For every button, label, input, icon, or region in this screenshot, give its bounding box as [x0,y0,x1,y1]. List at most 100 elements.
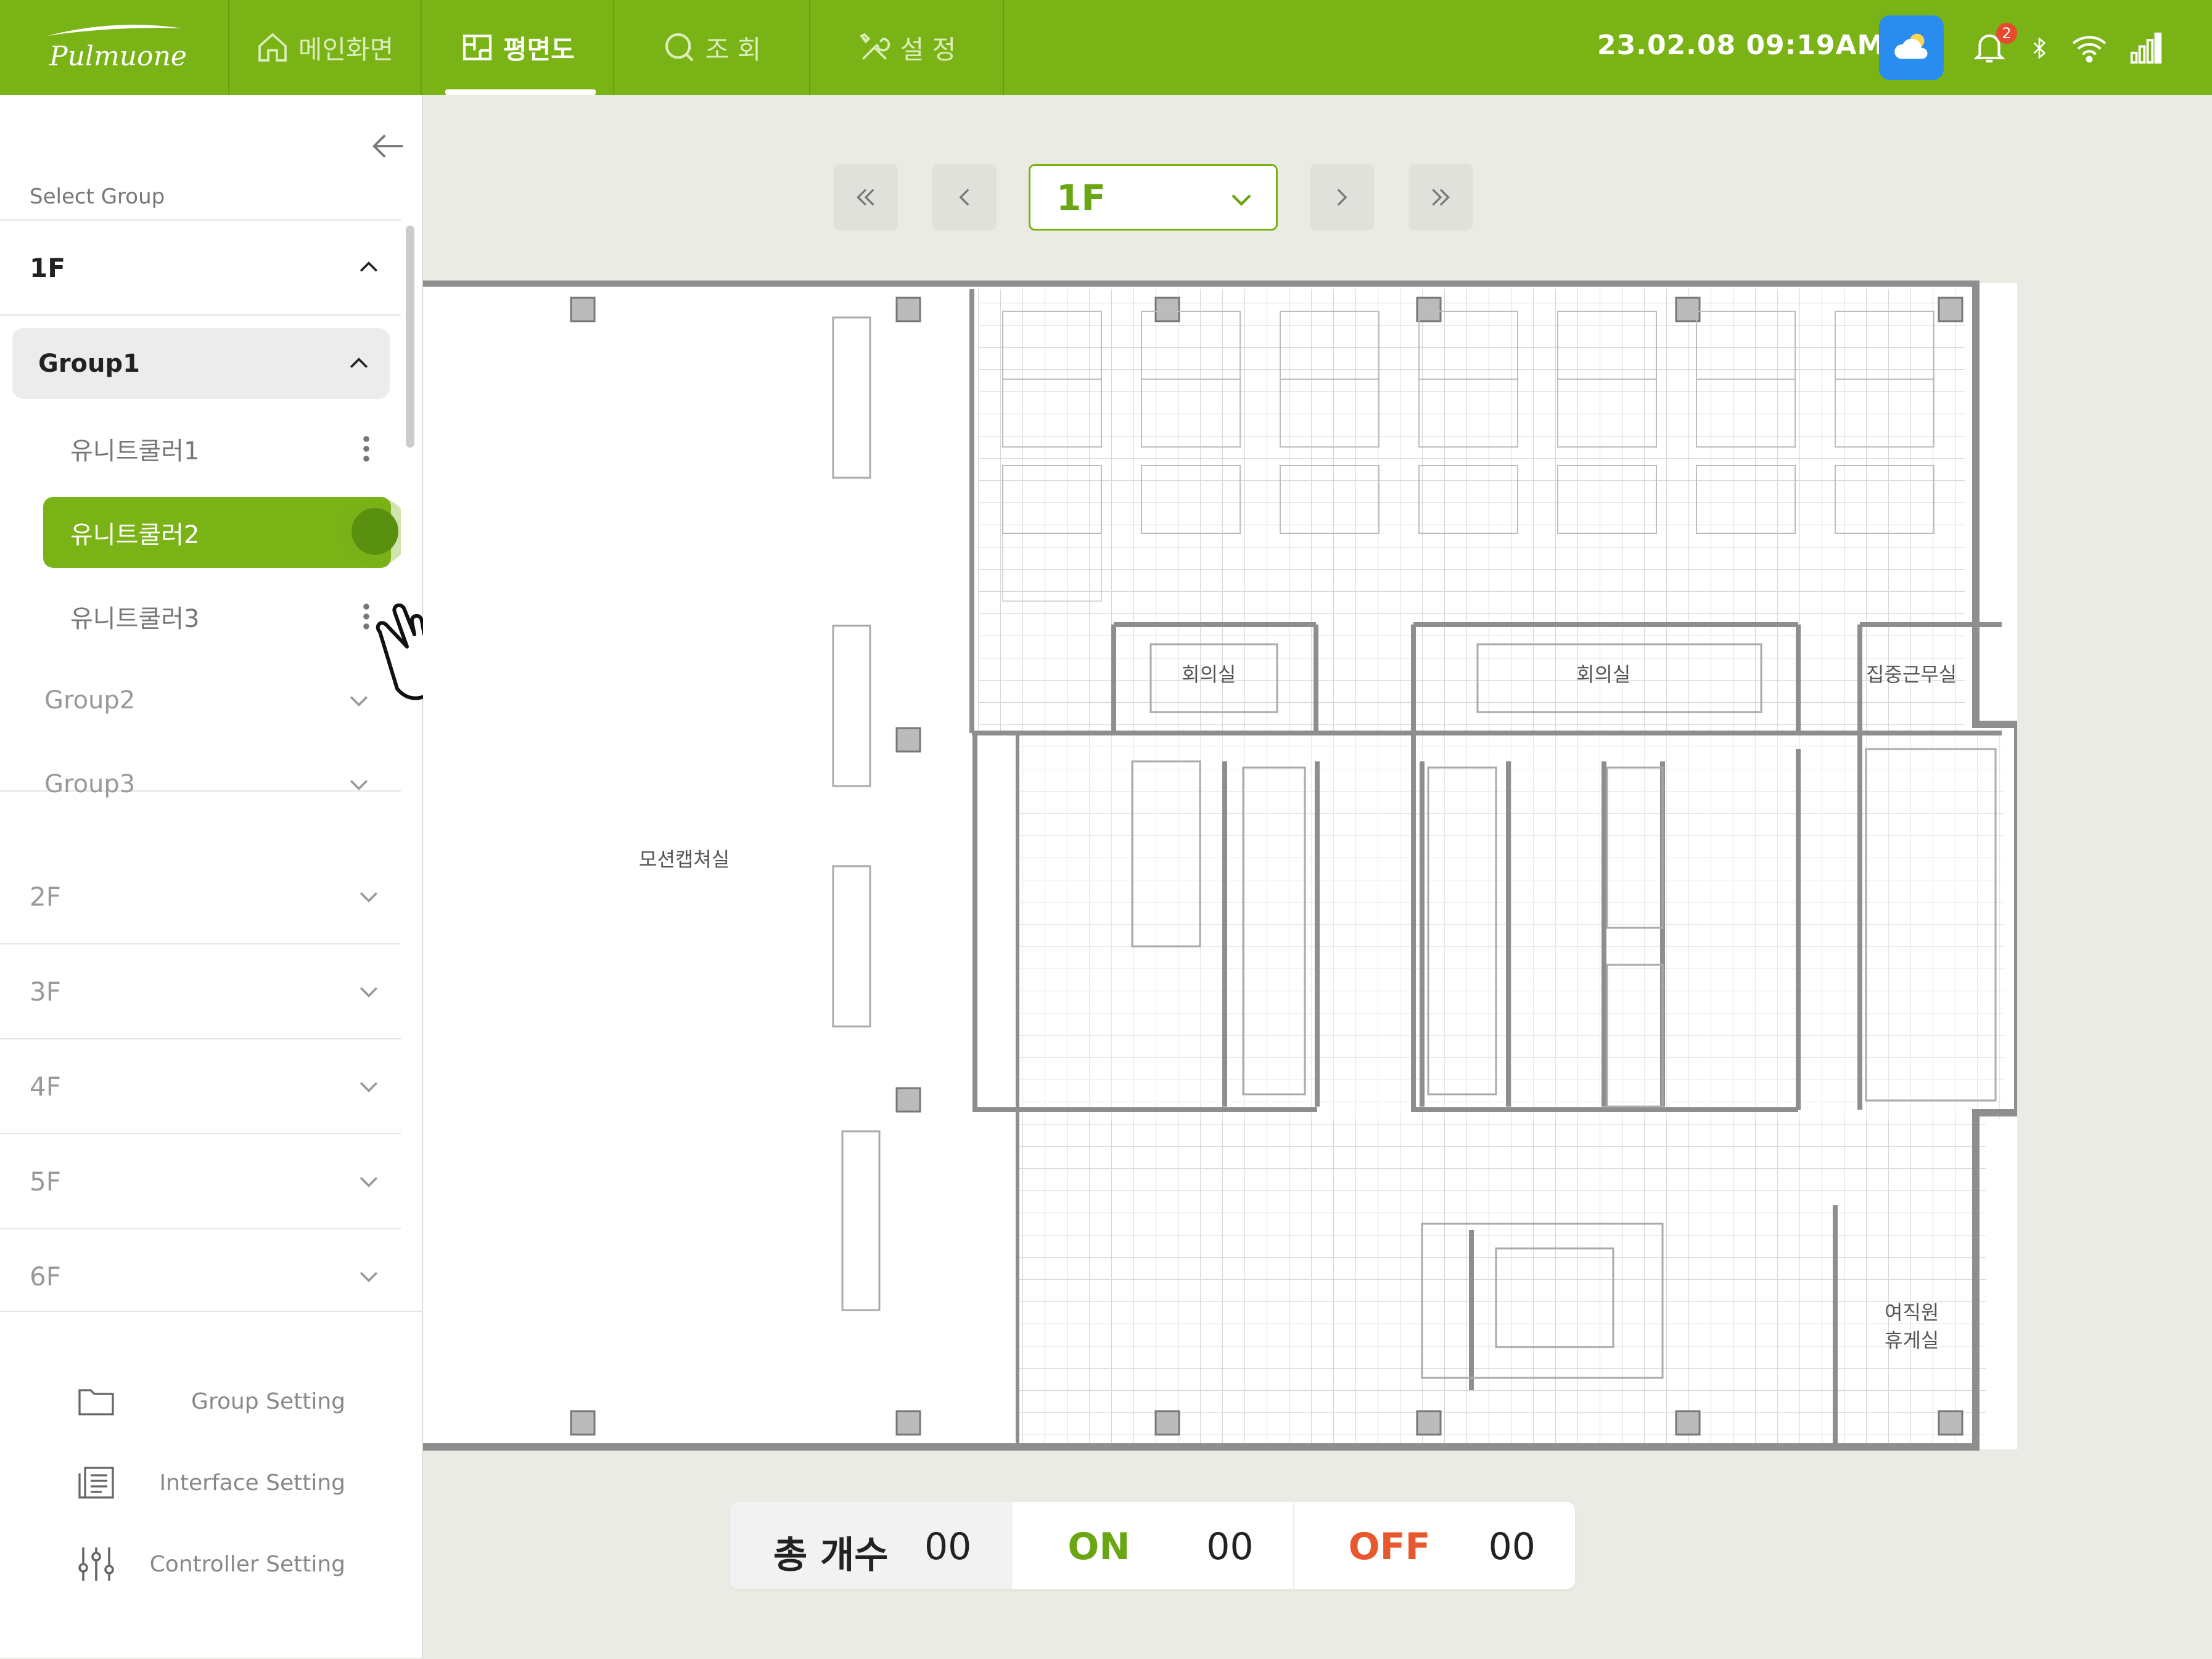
unit-label: 유니트쿨러1 [70,436,200,465]
room-label-motion-capture: 모션캡쳐실 [639,848,730,871]
folder-icon [78,1389,114,1415]
floor-label: 1F [30,252,65,283]
nav-floorplan-label: 평면도 [503,34,575,65]
floor-label: 2F [30,881,61,912]
chevron-up-icon [360,261,378,272]
first-floor-button[interactable] [834,164,898,231]
nav-search[interactable]: 조 회 [614,0,810,95]
unit-row-1[interactable]: 유니트쿨러1 [43,413,391,484]
nav-main-label: 메인화면 [298,34,394,65]
floor-label: 3F [30,976,61,1007]
logo-text: Pulmuone [49,41,187,72]
floor-1f-groups: Group1 유니트쿨러1 유니트쿨러2 유니트쿨러3 Group2 Group… [0,316,401,798]
room-label-meeting-2: 회의실 [1576,663,1630,686]
chevron-down-icon [360,892,378,903]
settings-menu: Group Setting Interface Setting Controll… [0,1311,422,1659]
floor-label: 5F [30,1166,61,1197]
next-floor-button[interactable] [1310,164,1374,231]
list-document-icon [78,1467,114,1499]
floor-row-6f[interactable]: 6F [0,1229,401,1312]
chevron-right-icon [1337,189,1347,206]
sliders-icon [78,1547,114,1581]
chevron-down-icon [360,1082,378,1092]
group-sidebar: Select Group 1F Group1 유니트쿨러1 유니트쿨러2 유니트… [0,95,451,1659]
brand-logo[interactable]: Pulmuone [0,0,229,95]
status-icons: 2 [1970,23,2165,73]
collapse-sidebar-arrow-icon[interactable] [367,125,410,168]
room-label-lounge-2: 휴게실 [1885,1329,1939,1352]
sidebar-scrollbar[interactable] [405,226,416,1311]
on-label: ON [1067,1525,1130,1568]
chevron-down-icon [360,1177,378,1187]
signal-icon [2130,32,2162,64]
group-row-group3[interactable]: Group3 [12,748,390,819]
unit-row-3[interactable]: 유니트쿨러3 [43,581,391,652]
logo-swoosh-icon [47,25,183,36]
floor-label: 6F [30,1261,61,1292]
chevron-left-icon [959,189,969,206]
off-value: 00 [1488,1525,1536,1568]
interface-setting-label: Interface Setting [159,1470,345,1496]
nav-active-indicator [445,89,596,95]
interface-setting-button[interactable]: Interface Setting [74,1455,345,1510]
scrollbar-thumb[interactable] [406,226,414,448]
off-count: OFF 00 [1294,1502,1575,1589]
floor-row-2f[interactable]: 2F [0,850,401,944]
total-value: 00 [924,1525,972,1568]
on-count: ON 00 [1012,1502,1294,1589]
controller-setting-label: Controller Setting [149,1551,345,1577]
group-setting-label: Group Setting [191,1388,345,1414]
cloud-sun-icon [1894,33,1928,59]
floor-select-value: 1F [1056,177,1106,219]
status-summary: 총 개수 00 ON 00 OFF 00 [730,1502,1575,1589]
floor-row-5f[interactable]: 5F [0,1134,401,1229]
more-options-icon[interactable] [360,434,372,464]
tools-icon [859,33,890,60]
chevron-down-icon [350,779,368,790]
unit-label: 유니트쿨러3 [70,604,200,633]
floor-plan[interactable]: 모션캡쳐실 회의실 회의실 집중근무실 여직원 휴게실 [423,281,2017,1452]
bluetooth-icon [2033,37,2046,59]
controller-setting-button[interactable]: Controller Setting [74,1536,345,1592]
unit-label: 유니트쿨러2 [70,520,200,549]
prev-floor-button[interactable] [932,164,997,231]
wifi-icon [2072,36,2107,63]
group-row-group1[interactable]: Group1 [12,328,390,399]
chevron-down-icon [1231,194,1251,207]
top-bar: Pulmuone 메인화면 평면도 조 회 설 정 23.02.08 09:19… [0,0,2212,95]
total-count: 총 개수 00 [730,1502,1013,1589]
unit-row-2[interactable]: 유니트쿨러2 [43,497,398,568]
room-label-lounge-1: 여직원 [1885,1301,1939,1324]
weather-button[interactable] [1879,15,1944,80]
total-label: 총 개수 [773,1534,889,1577]
notifications-button[interactable]: 2 [1970,23,2017,68]
group-row-group2[interactable]: Group2 [12,665,390,735]
current-datetime: 23.02.08 09:19AM [1597,30,1885,61]
floor-row-4f[interactable]: 4F [0,1039,401,1134]
floor-row-1f[interactable]: 1F [0,221,401,316]
floor-select-dropdown[interactable]: 1F [1029,164,1278,231]
nav-search-label: 조 회 [705,34,762,65]
on-value: 00 [1206,1525,1254,1568]
floor-row-3f[interactable]: 3F [0,944,401,1039]
room-label-meeting-1: 회의실 [1182,663,1236,686]
floorplan-icon [463,35,492,60]
nav-main[interactable]: 메인화면 [228,0,422,95]
group-setting-button[interactable]: Group Setting [74,1374,345,1429]
chevron-up-icon [350,357,368,368]
search-icon [665,33,694,62]
chevron-down-icon [360,987,378,997]
nav-settings[interactable]: 설 정 [810,0,1004,95]
group-label: Group2 [44,686,136,715]
double-chevron-right-icon [1432,189,1450,206]
group-tree: 1F Group1 유니트쿨러1 유니트쿨러2 유니트쿨러3 Group2 Gr… [0,219,401,1312]
nav-floorplan[interactable]: 평면도 [422,0,614,95]
last-floor-button[interactable] [1408,164,1473,231]
home-icon [258,33,287,62]
nav-settings-label: 설 정 [900,34,956,65]
touch-indicator [352,508,398,555]
off-label: OFF [1348,1525,1431,1568]
select-group-label: Select Group [30,184,165,209]
group-label: Group1 [38,349,140,378]
floor-label: 4F [30,1071,61,1102]
